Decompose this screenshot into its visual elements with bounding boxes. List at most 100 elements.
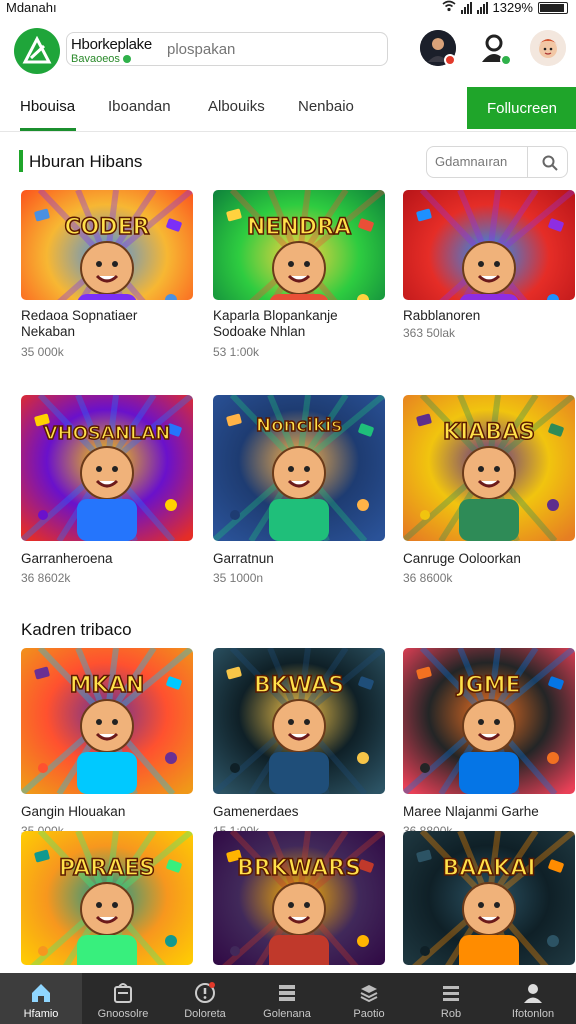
active-tab-indicator — [20, 128, 76, 131]
game-title[interactable]: Gangin Hlouakan — [21, 804, 125, 820]
game-card[interactable]: CODER Redaoa Sopnatiaer Nekaban 35 000k — [21, 190, 193, 360]
brand-subtitle-text: Bavaoeos — [71, 53, 120, 65]
app-logo[interactable] — [14, 28, 60, 74]
nav-item-menu[interactable]: Rob — [410, 973, 492, 1024]
game-art-image: JGME — [403, 648, 575, 794]
online-dot-icon — [122, 55, 131, 63]
brand-subtitle: Bavaoeos — [71, 53, 131, 65]
battery-text: 1329% — [492, 0, 533, 15]
sort-dropdown[interactable]: Gdamnaıran — [426, 146, 568, 178]
tab-4[interactable]: Nenbaio — [298, 98, 354, 115]
game-art-title: KIABAS — [443, 420, 535, 445]
game-thumbnail[interactable]: BAAKAI — [403, 831, 575, 965]
game-thumbnail[interactable]: MKAN — [21, 648, 193, 794]
sort-divider — [527, 147, 528, 177]
game-card[interactable]: BRKWARS — [213, 831, 385, 973]
game-thumbnail[interactable] — [403, 190, 575, 300]
nav-item-list[interactable]: Golenana — [246, 973, 328, 1024]
game-card[interactable]: BAAKAI — [403, 831, 575, 973]
cartoon-avatar-icon — [530, 30, 566, 66]
game-art-image — [403, 190, 575, 300]
game-card[interactable]: KIABAS Canruge Ooloorkan 36 8600k — [403, 395, 575, 585]
game-thumbnail[interactable]: Noncikis — [213, 395, 385, 541]
avatar-user-2[interactable] — [476, 30, 512, 66]
game-stats: 35 1000n — [213, 571, 264, 585]
nav-item-alert[interactable]: Doloreta — [164, 973, 246, 1024]
game-card[interactable]: MKANGangin Hlouakan35 000k — [21, 648, 193, 838]
game-card[interactable]: Noncikis Garratnun 35 1000n — [213, 395, 385, 585]
game-art-image: BKWAS — [213, 648, 385, 794]
category-tabs: Hbouisa Iboandan Albouiks Nenbaio Folluc… — [0, 86, 576, 132]
game-stats: 36 8600k — [403, 571, 453, 585]
game-art-title: PARAES — [59, 856, 155, 881]
bag-icon — [114, 983, 132, 1003]
game-art-title: BRKWARS — [237, 856, 361, 881]
tab-3[interactable]: Albouiks — [208, 98, 265, 115]
game-thumbnail[interactable]: BKWAS — [213, 648, 385, 794]
game-art-image: NENDRA — [213, 190, 385, 300]
nav-item-profile[interactable]: Ifotonlon — [492, 973, 574, 1024]
game-art-image: KIABAS — [403, 395, 575, 541]
game-title[interactable]: Garranheroena — [21, 551, 113, 567]
game-card[interactable]: BKWASGamenerdaes15 1:00k — [213, 648, 385, 838]
nav-label: Golenana — [263, 1008, 311, 1020]
game-title[interactable]: Kaparla Blopankanje — [213, 308, 338, 324]
nav-item-bag[interactable]: Gnoosolre — [82, 973, 164, 1024]
game-art-image: PARAES — [21, 831, 193, 965]
game-title[interactable]: Gamenerdaes — [213, 804, 299, 820]
game-thumbnail[interactable]: JGME — [403, 648, 575, 794]
logo-icon — [22, 36, 52, 64]
game-card[interactable]: VHOSANLAN Garranheroena 36 8602k — [21, 395, 193, 585]
section-title-1: Hburan Hibans — [29, 152, 143, 171]
profile-icon — [524, 984, 542, 1003]
game-art-image: CODER — [21, 190, 193, 300]
game-title[interactable]: Maree Nlajanmi Garhe — [403, 804, 539, 820]
game-stats: 35 000k — [21, 345, 64, 359]
game-thumbnail[interactable]: VHOSANLAN — [21, 395, 193, 541]
signal-icon-2 — [476, 1, 488, 14]
follow-button[interactable]: Follucreen — [467, 87, 576, 129]
nav-label: Gnoosolre — [97, 1008, 149, 1020]
search-input[interactable] — [167, 39, 377, 59]
game-title[interactable]: Rabblanoren — [403, 308, 480, 324]
tab-1[interactable]: Hbouisa — [20, 98, 75, 115]
alert-icon — [195, 982, 215, 1003]
game-thumbnail[interactable]: KIABAS — [403, 395, 575, 541]
game-thumbnail[interactable]: NENDRA — [213, 190, 385, 300]
game-thumbnail[interactable]: CODER — [21, 190, 193, 300]
section-accent-bar — [19, 150, 23, 172]
home-icon — [32, 984, 50, 1002]
game-art-title: MKAN — [70, 673, 144, 698]
nav-item-layers[interactable]: Paotio — [328, 973, 410, 1024]
search-bar[interactable]: Hborkeplake Bavaoeos — [66, 32, 388, 66]
game-art-image: VHOSANLAN — [21, 395, 193, 541]
game-title[interactable]: Garratnun — [213, 551, 274, 567]
game-title[interactable]: Canruge Ooloorkan — [403, 551, 521, 567]
notification-badge — [444, 54, 456, 66]
carrier-label: Mdanahı — [6, 0, 57, 15]
game-card[interactable]: NENDRA Kaparla Blopankanje Sodoake Nhlan 53… — [213, 190, 385, 360]
nav-label: Doloreta — [184, 1008, 226, 1020]
app-header: Hborkeplake Bavaoeos — [0, 22, 576, 78]
game-title[interactable]: Redaoa Sopnatiaer — [21, 308, 137, 324]
game-thumbnail[interactable]: BRKWARS — [213, 831, 385, 965]
tab-2[interactable]: Iboandan — [108, 98, 171, 115]
bottom-navigation: Hfamio Gnoosolre Doloreta Golenana Paotio Rob… — [0, 973, 576, 1024]
avatar-user-1[interactable] — [420, 30, 456, 66]
game-art-title: CODER — [64, 215, 149, 240]
game-card[interactable]: PARAES — [21, 831, 193, 973]
nav-label: Hfamio — [23, 1008, 59, 1020]
game-stats: 53 1:00k — [213, 345, 260, 359]
nav-item-home[interactable]: Hfamio — [0, 973, 82, 1024]
game-card[interactable]: JGMEMaree Nlajanmi Garhe36 8800k — [403, 648, 575, 838]
list-icon — [279, 985, 295, 1001]
game-thumbnail[interactable]: PARAES — [21, 831, 193, 965]
game-art-title: VHOSANLAN — [44, 423, 171, 444]
section-title-2: Kadren tribaco — [21, 620, 132, 639]
game-art-title: BAAKAI — [442, 856, 535, 881]
game-card[interactable]: Rabblanoren 363 50lak — [403, 190, 575, 360]
search-icon[interactable] — [541, 154, 559, 172]
avatar-user-3[interactable] — [530, 30, 566, 66]
game-art-image: BAAKAI — [403, 831, 575, 965]
brand-title: Hborkeplake — [71, 36, 152, 53]
